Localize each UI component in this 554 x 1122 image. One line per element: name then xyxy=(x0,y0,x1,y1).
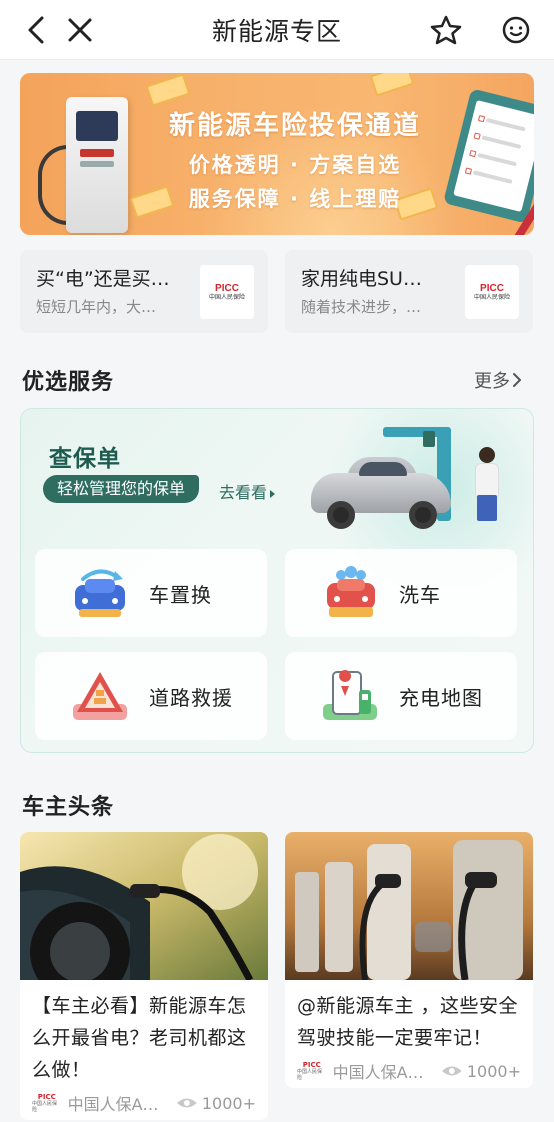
star-icon[interactable] xyxy=(428,12,464,48)
news-headline: 【车主必看】新能源车怎么开最省电？老司机都这么做！ xyxy=(32,995,247,1081)
coupon-icon xyxy=(369,73,415,97)
news-headline: @新能源车主 ，这些安全驾驶技能一定要牢记！ xyxy=(297,995,519,1049)
news-views: 1000+ xyxy=(201,1093,256,1113)
top-nav-bar: 新能源专区 xyxy=(0,0,554,60)
news-source: 中国人保A… xyxy=(332,1063,424,1082)
picc-logo: PICC 中国人民保险 xyxy=(465,265,519,319)
banner-title: 新能源车险投保通道 xyxy=(168,111,421,141)
charging-map-icon xyxy=(323,670,377,720)
news-meta: PICC 中国人民保险 中国人保A… 1000+ xyxy=(20,1086,268,1120)
service-label: 充电地图 xyxy=(399,686,483,710)
banner-line-2: 服务保障 · 线上理赔 xyxy=(188,187,402,211)
service-car-wash[interactable]: 洗车 xyxy=(285,549,517,637)
car-wash-icon xyxy=(327,566,375,617)
service-car-swap[interactable]: 车置换 xyxy=(35,549,267,637)
service-label: 道路救援 xyxy=(149,686,233,710)
banner-line-1: 价格透明 · 方案自选 xyxy=(188,153,402,177)
more-link[interactable]: 更多 xyxy=(474,367,524,393)
road-rescue-icon xyxy=(73,672,127,720)
checklist-clipboard-icon xyxy=(443,88,534,224)
charging-station-illustration xyxy=(66,97,128,233)
picc-logo: PICC 中国人民保险 xyxy=(200,265,254,319)
page-title: 新能源专区 xyxy=(211,17,342,46)
promo-banner[interactable]: 新能源车险投保通道 价格透明 · 方案自选 服务保障 · 线上理赔 xyxy=(20,73,534,235)
service-road-rescue[interactable]: 道路救援 xyxy=(35,652,267,740)
article-subtitle: 随着技术进步，… xyxy=(301,298,422,316)
article-subtitle: 短短几年内，大… xyxy=(36,298,157,316)
car-charging-illustration xyxy=(307,417,517,537)
news-image xyxy=(285,832,533,980)
eye-icon xyxy=(442,1066,462,1076)
chevron-right-icon xyxy=(513,373,521,387)
service-charging-map[interactable]: 充电地图 xyxy=(285,652,517,740)
news-section-title: 车主头条 xyxy=(22,795,115,820)
article-card[interactable]: 家用纯电SU… 随着技术进步，… PICC 中国人民保险 xyxy=(285,250,533,333)
coupon-icon xyxy=(145,73,191,107)
triangle-right-icon xyxy=(270,489,276,498)
car-swap-icon xyxy=(75,569,125,617)
service-label: 洗车 xyxy=(399,583,441,607)
service-label: 车置换 xyxy=(149,583,212,607)
news-meta: PICC 中国人民保险 中国人保A… 1000+ xyxy=(285,1054,533,1088)
picc-logo: PICC 中国人民保险 xyxy=(297,1061,323,1081)
services-section-title: 优选服务 xyxy=(22,370,115,395)
news-card[interactable]: @新能源车主 ，这些安全驾驶技能一定要牢记！ PICC 中国人民保险 中国人保A…… xyxy=(285,832,533,1088)
article-card[interactable]: 买“电”还是买… 短短几年内，大… PICC 中国人民保险 xyxy=(20,250,268,333)
news-views: 1000+ xyxy=(466,1061,521,1081)
service-smile-icon[interactable] xyxy=(498,12,534,48)
eye-icon xyxy=(177,1098,197,1108)
news-source: 中国人保A… xyxy=(67,1095,159,1114)
services-card: 查保单 轻松管理您的保单 去看看 车置换 洗车 道路救援 充电地图 xyxy=(20,408,534,753)
article-title: 家用纯电SU… xyxy=(301,268,422,290)
picc-logo: PICC 中国人民保险 xyxy=(32,1093,58,1113)
check-policy-title[interactable]: 查保单 xyxy=(49,439,121,473)
more-label: 更多 xyxy=(474,371,510,392)
news-image xyxy=(20,832,268,980)
news-card[interactable]: 【车主必看】新能源车怎么开最省电？老司机都这么做！ PICC 中国人民保险 中国人… xyxy=(20,832,268,1120)
check-policy-tag: 轻松管理您的保单 xyxy=(43,475,200,503)
article-title: 买“电”还是买… xyxy=(36,268,170,290)
check-policy-link[interactable]: 去看看 xyxy=(219,479,276,503)
